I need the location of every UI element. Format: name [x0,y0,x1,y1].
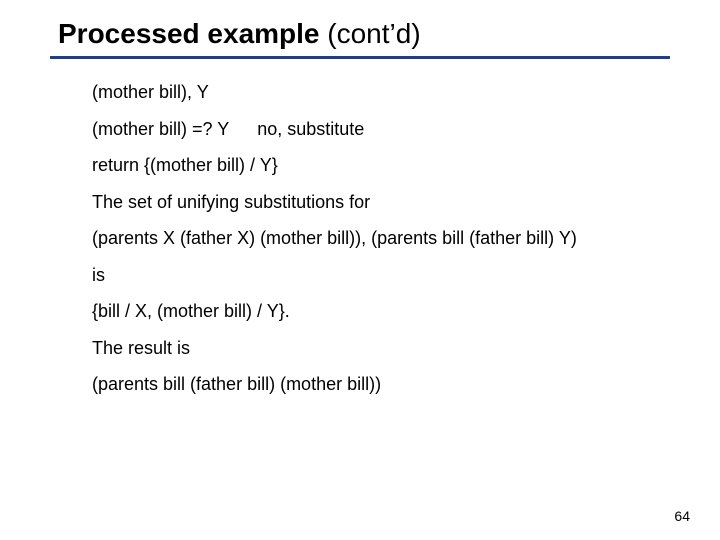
body-line-4: The set of unifying substitutions for [92,191,670,214]
slide-title: Processed example (cont’d) [58,18,670,50]
slide: Processed example (cont’d) (mother bill)… [0,0,720,540]
body-line-3: return {(mother bill) / Y} [92,154,670,177]
slide-body: (mother bill), Y (mother bill) =? Y no, s… [92,81,670,396]
title-rest: (cont’d) [320,18,421,49]
body-line-7: {bill / X, (mother bill) / Y}. [92,300,670,323]
body-line-2: (mother bill) =? Y no, substitute [92,118,670,141]
title-bold: Processed example [58,18,320,49]
body-line-1: (mother bill), Y [92,81,670,104]
body-line-2b: no, substitute [257,119,364,139]
title-divider [50,56,670,59]
body-line-9: (parents bill (father bill) (mother bill… [92,373,670,396]
body-line-2a: (mother bill) =? Y [92,119,229,139]
body-line-5: (parents X (father X) (mother bill)), (p… [92,227,670,250]
body-line-8: The result is [92,337,670,360]
body-line-6: is [92,264,670,287]
page-number: 64 [674,508,690,524]
